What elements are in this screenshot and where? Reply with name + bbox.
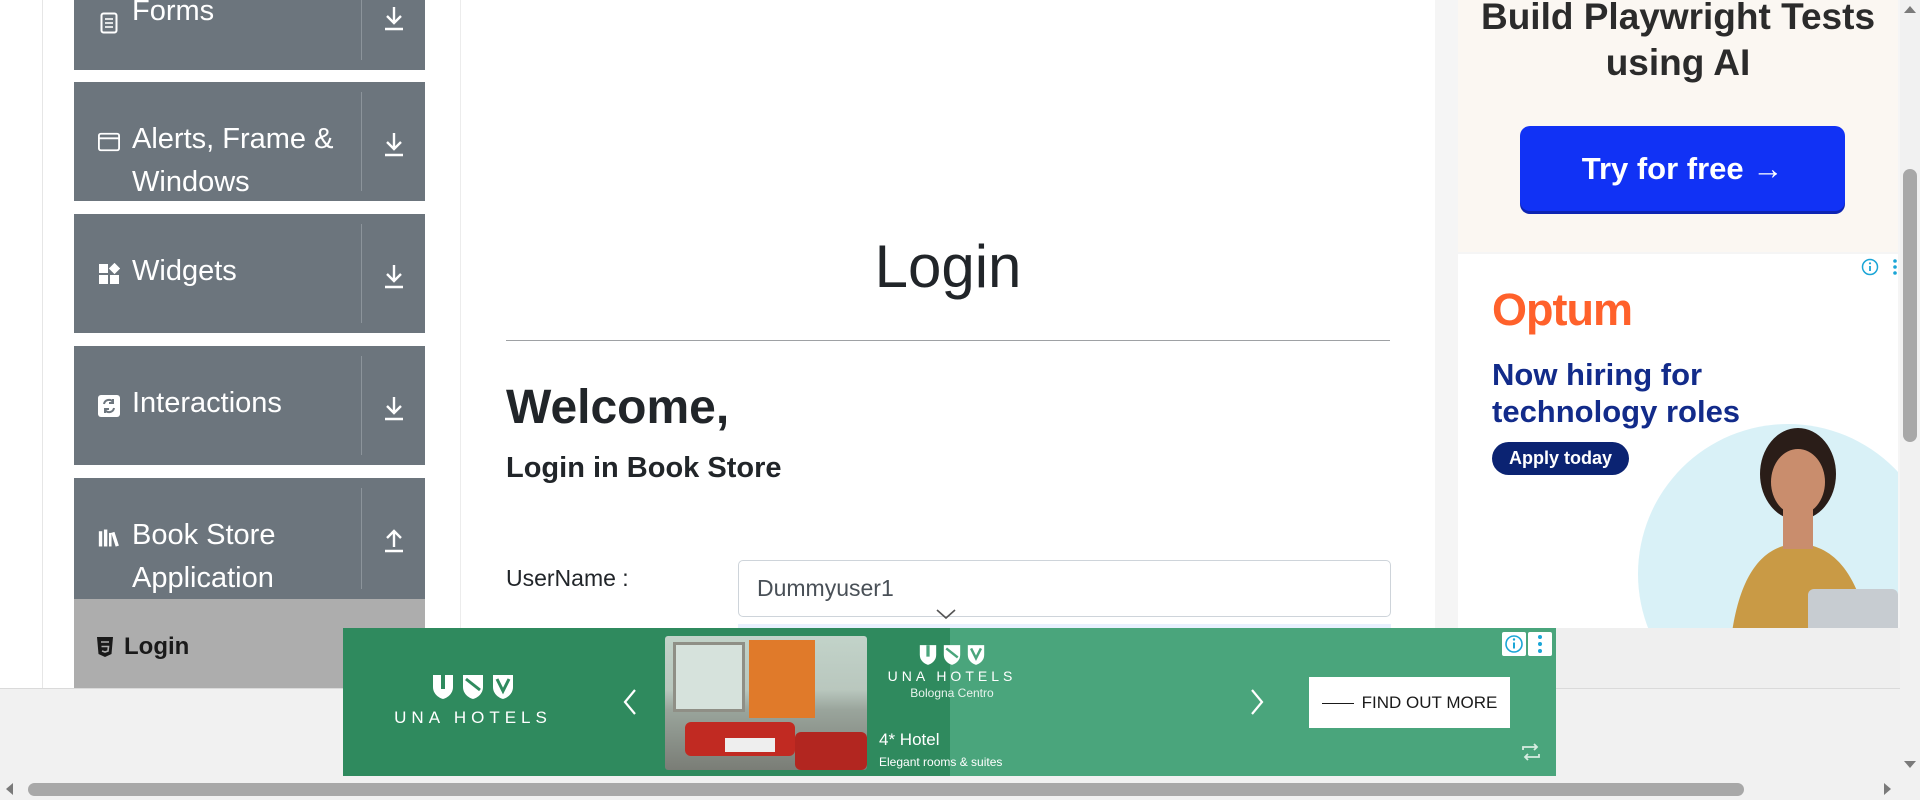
username-label: UserName : — [506, 565, 629, 591]
divider — [361, 92, 362, 191]
hotel-room-image — [665, 636, 867, 770]
apply-today-button[interactable]: Apply today — [1492, 442, 1629, 475]
ad-info-icon[interactable] — [1502, 632, 1526, 656]
vertical-scrollbar-thumb[interactable] — [1903, 169, 1917, 442]
chevron-down-icon[interactable] — [935, 607, 957, 621]
find-out-more-label: FIND OUT MORE — [1361, 693, 1498, 712]
hotel-tagline: Elegant rooms & suites — [879, 755, 1003, 769]
document-icon — [98, 12, 120, 34]
divider — [361, 488, 362, 589]
sidebar-group-alerts-frame-windows[interactable]: Alerts, Frame & Windows — [74, 82, 425, 201]
brand-name: UNA HOTELS — [887, 668, 1017, 684]
sidebar-group-label: Alerts, Frame & Windows — [132, 123, 334, 198]
title-divider — [506, 340, 1390, 341]
ad-menu-icon[interactable] — [1892, 258, 1898, 276]
chevron-left-icon[interactable] — [620, 686, 640, 718]
una-hotels-logo-small: UNA HOTELS Bologna Centro — [877, 644, 1027, 700]
playwright-ad-headline: Build Playwright Tests using AI — [1480, 0, 1876, 83]
divider — [361, 224, 362, 323]
scroll-left-arrow-icon[interactable] — [6, 783, 13, 795]
books-icon — [98, 527, 120, 549]
hotel-rating: 4* Hotel — [879, 730, 940, 749]
download-arrow-icon[interactable] — [374, 0, 414, 38]
sidebar-item-label: Login — [124, 633, 190, 660]
download-arrow-icon[interactable] — [374, 124, 414, 164]
sidebar-group-label: Widgets — [132, 255, 237, 287]
hotel-ad-banner[interactable]: UNA HOTELS UNA HOTELS Bologna Centro 4* … — [343, 628, 1556, 776]
sidebar-group-label: Forms — [132, 0, 215, 27]
sidebar-group-interactions[interactable]: Interactions — [74, 346, 425, 465]
content-divider — [460, 0, 461, 688]
horizontal-scrollbar-thumb[interactable] — [28, 783, 1744, 796]
una-hotels-logo: UNA HOTELS — [393, 674, 553, 728]
brand-shields-icon — [877, 644, 1027, 666]
brand-shields-icon — [393, 674, 553, 702]
interactions-icon — [98, 395, 120, 417]
chevron-right-icon[interactable] — [1247, 686, 1267, 718]
optum-ad[interactable]: Optum Now hiring for technology roles Ap… — [1458, 254, 1898, 688]
upload-arrow-icon[interactable] — [374, 520, 414, 560]
sidebar-group-label: Book Store Application — [132, 519, 276, 594]
find-out-more-button[interactable]: FIND OUT MORE — [1309, 677, 1510, 728]
dash-decoration — [1321, 703, 1354, 705]
download-arrow-icon[interactable] — [374, 256, 414, 296]
try-for-free-button[interactable]: Try for free → — [1520, 126, 1845, 211]
replay-icon[interactable] — [1519, 740, 1543, 764]
scroll-up-arrow-icon[interactable] — [1904, 6, 1916, 13]
sidebar-group-widgets[interactable]: Widgets — [74, 214, 425, 333]
page-title: Login — [874, 233, 1022, 300]
scroll-down-arrow-icon[interactable] — [1904, 761, 1916, 768]
download-arrow-icon[interactable] — [374, 388, 414, 428]
ad-menu-icon[interactable] — [1528, 632, 1552, 656]
scroll-right-arrow-icon[interactable] — [1884, 783, 1891, 795]
widgets-icon — [98, 263, 120, 285]
sidebar-group-forms[interactable]: Forms — [74, 0, 425, 70]
ad-info-icon[interactable] — [1861, 258, 1879, 276]
username-input[interactable]: Dummyuser1 — [738, 560, 1391, 617]
sidebar-group-book-store-application[interactable]: Book Store Application — [74, 478, 425, 599]
window-icon — [98, 131, 120, 153]
login-subheading: Login in Book Store — [506, 452, 782, 484]
welcome-heading: Welcome, — [506, 381, 730, 434]
divider — [361, 0, 362, 60]
optum-logo: Optum — [1492, 284, 1633, 335]
html5-icon — [96, 636, 114, 658]
sidebar-group-label: Interactions — [132, 387, 282, 419]
brand-name: UNA HOTELS — [394, 708, 552, 727]
playwright-ad[interactable]: Build Playwright Tests using AI Try for … — [1458, 0, 1898, 252]
hotel-location: Bologna Centro — [910, 686, 994, 700]
divider — [361, 356, 362, 455]
page-left-border — [42, 0, 43, 688]
optum-ad-headline: Now hiring for technology roles — [1492, 357, 1741, 429]
sidebar: Forms Alerts, Frame & Windows Widgets In… — [74, 0, 425, 688]
